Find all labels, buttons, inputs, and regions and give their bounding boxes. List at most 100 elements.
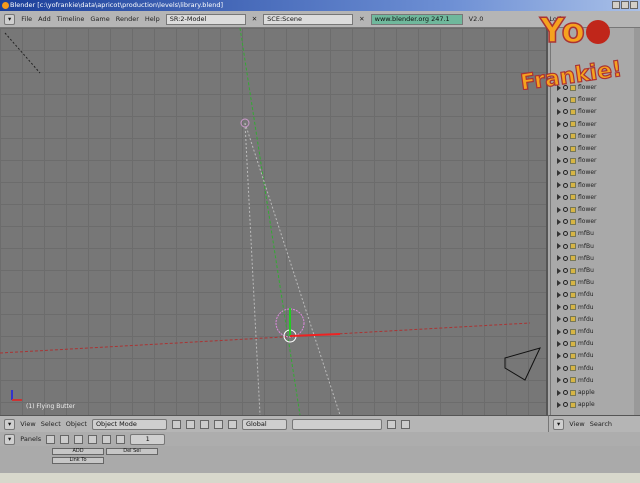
expand-icon[interactable]	[557, 340, 561, 347]
menu-file[interactable]: File	[21, 15, 32, 23]
outliner-item[interactable]: flower	[557, 192, 597, 203]
manipulator-rotate-icon[interactable]	[227, 419, 237, 429]
expand-icon[interactable]	[557, 328, 561, 335]
manipulator-move-icon[interactable]	[213, 419, 223, 429]
visibility-icon[interactable]	[563, 194, 568, 200]
draw-type-icon[interactable]	[171, 419, 181, 429]
render-icon[interactable]	[400, 419, 410, 429]
outliner-item[interactable]: mfdu	[557, 326, 594, 337]
expand-icon[interactable]	[557, 304, 561, 311]
expand-icon[interactable]	[557, 316, 561, 323]
menu-game[interactable]: Game	[90, 15, 109, 23]
outliner-item[interactable]: flower	[557, 204, 597, 215]
visibility-icon[interactable]	[563, 133, 568, 139]
logic-icon[interactable]	[46, 434, 56, 444]
outliner-item[interactable]: mfdu	[557, 363, 594, 374]
visibility-icon[interactable]	[563, 97, 568, 103]
expand-icon[interactable]	[557, 145, 561, 152]
visibility-icon[interactable]	[563, 219, 568, 225]
visibility-icon[interactable]	[563, 207, 568, 212]
del-sel-button[interactable]: Del Sel	[106, 448, 158, 455]
expand-icon[interactable]	[557, 121, 561, 128]
visibility-icon[interactable]	[563, 365, 568, 371]
outliner-item[interactable]: flower	[557, 143, 597, 154]
visibility-icon[interactable]	[563, 182, 568, 188]
page-field[interactable]: 1	[130, 433, 166, 445]
expand-icon[interactable]	[557, 169, 561, 176]
visibility-icon[interactable]	[563, 353, 568, 359]
outliner-item[interactable]: mfBu	[557, 228, 594, 239]
outliner-item[interactable]: flower	[557, 106, 597, 117]
expand-icon[interactable]	[557, 108, 561, 115]
screen-delete-icon[interactable]: ✕	[252, 15, 257, 23]
orientation-selector[interactable]: Global	[241, 418, 287, 430]
shading-icon[interactable]	[74, 434, 84, 444]
menu-add[interactable]: Add	[38, 15, 51, 23]
expand-icon[interactable]	[557, 230, 561, 237]
expand-icon[interactable]	[557, 243, 561, 250]
outliner-item[interactable]: mfdu	[557, 302, 594, 313]
screen-selector[interactable]: SR:2-Model	[165, 13, 246, 25]
visibility-icon[interactable]	[563, 170, 568, 176]
outliner-item[interactable]: flower	[557, 119, 597, 130]
outliner-item[interactable]: mfdu	[557, 289, 594, 300]
menu-select[interactable]: Select	[41, 420, 61, 428]
expand-icon[interactable]	[557, 291, 561, 298]
editor-type-button[interactable]: ▾	[4, 13, 16, 25]
menu-panels[interactable]: Panels	[20, 435, 41, 443]
outliner-item[interactable]: mfBu	[557, 277, 594, 288]
outliner-item[interactable]: flower	[557, 167, 597, 178]
visibility-icon[interactable]	[563, 255, 568, 261]
expand-icon[interactable]	[557, 352, 561, 359]
visibility-icon[interactable]	[563, 304, 568, 310]
outliner-item[interactable]: flower	[557, 180, 597, 191]
menu-view[interactable]: View	[569, 420, 584, 428]
script-icon[interactable]	[60, 434, 70, 444]
expand-icon[interactable]	[557, 182, 561, 189]
menu-timeline[interactable]: Timeline	[57, 15, 85, 23]
visibility-icon[interactable]	[563, 316, 568, 322]
outliner-item[interactable]: apple	[557, 387, 595, 398]
menu-help[interactable]: Help	[145, 15, 160, 23]
outliner-item[interactable]: mfdu	[557, 338, 594, 349]
scene-selector[interactable]: SCE:Scene	[263, 13, 354, 25]
visibility-icon[interactable]	[563, 158, 568, 164]
visibility-icon[interactable]	[563, 341, 568, 347]
visibility-icon[interactable]	[563, 280, 568, 286]
visibility-icon[interactable]	[563, 390, 568, 395]
object-icon[interactable]	[88, 434, 98, 444]
scene-icon[interactable]	[116, 434, 126, 444]
outliner-item[interactable]: mfdu	[557, 350, 594, 361]
visibility-icon[interactable]	[563, 146, 568, 151]
expand-icon[interactable]	[557, 377, 561, 384]
scene-delete-icon[interactable]: ✕	[359, 15, 364, 23]
expand-icon[interactable]	[557, 157, 561, 164]
editing-icon[interactable]	[102, 434, 112, 444]
layer-buttons[interactable]	[291, 418, 382, 430]
expand-icon[interactable]	[557, 218, 561, 225]
expand-icon[interactable]	[557, 206, 561, 213]
expand-icon[interactable]	[557, 96, 561, 103]
menu-search[interactable]: Search	[590, 420, 612, 428]
visibility-icon[interactable]	[563, 292, 568, 298]
visibility-icon[interactable]	[563, 329, 568, 334]
visibility-icon[interactable]	[563, 268, 568, 273]
add-button[interactable]: ADD	[52, 448, 104, 455]
expand-icon[interactable]	[557, 401, 561, 408]
editor-type-button[interactable]: ▾	[4, 433, 16, 445]
lock-icon[interactable]	[386, 419, 396, 429]
expand-icon[interactable]	[557, 255, 561, 262]
editor-type-button[interactable]: ▾	[4, 418, 16, 430]
outliner-item[interactable]: mfBu	[557, 241, 594, 252]
visibility-icon[interactable]	[563, 377, 568, 383]
menu-object[interactable]: Object	[66, 420, 87, 428]
3d-viewport[interactable]: (1) Flying Butter	[0, 28, 548, 415]
pivot-icon[interactable]	[185, 419, 195, 429]
visibility-icon[interactable]	[563, 121, 568, 127]
expand-icon[interactable]	[557, 194, 561, 201]
menu-view[interactable]: View	[20, 420, 35, 428]
outliner-item[interactable]: mfdu	[557, 375, 594, 386]
expand-icon[interactable]	[557, 267, 561, 274]
outliner-item[interactable]: flower	[557, 155, 597, 166]
expand-icon[interactable]	[557, 279, 561, 286]
